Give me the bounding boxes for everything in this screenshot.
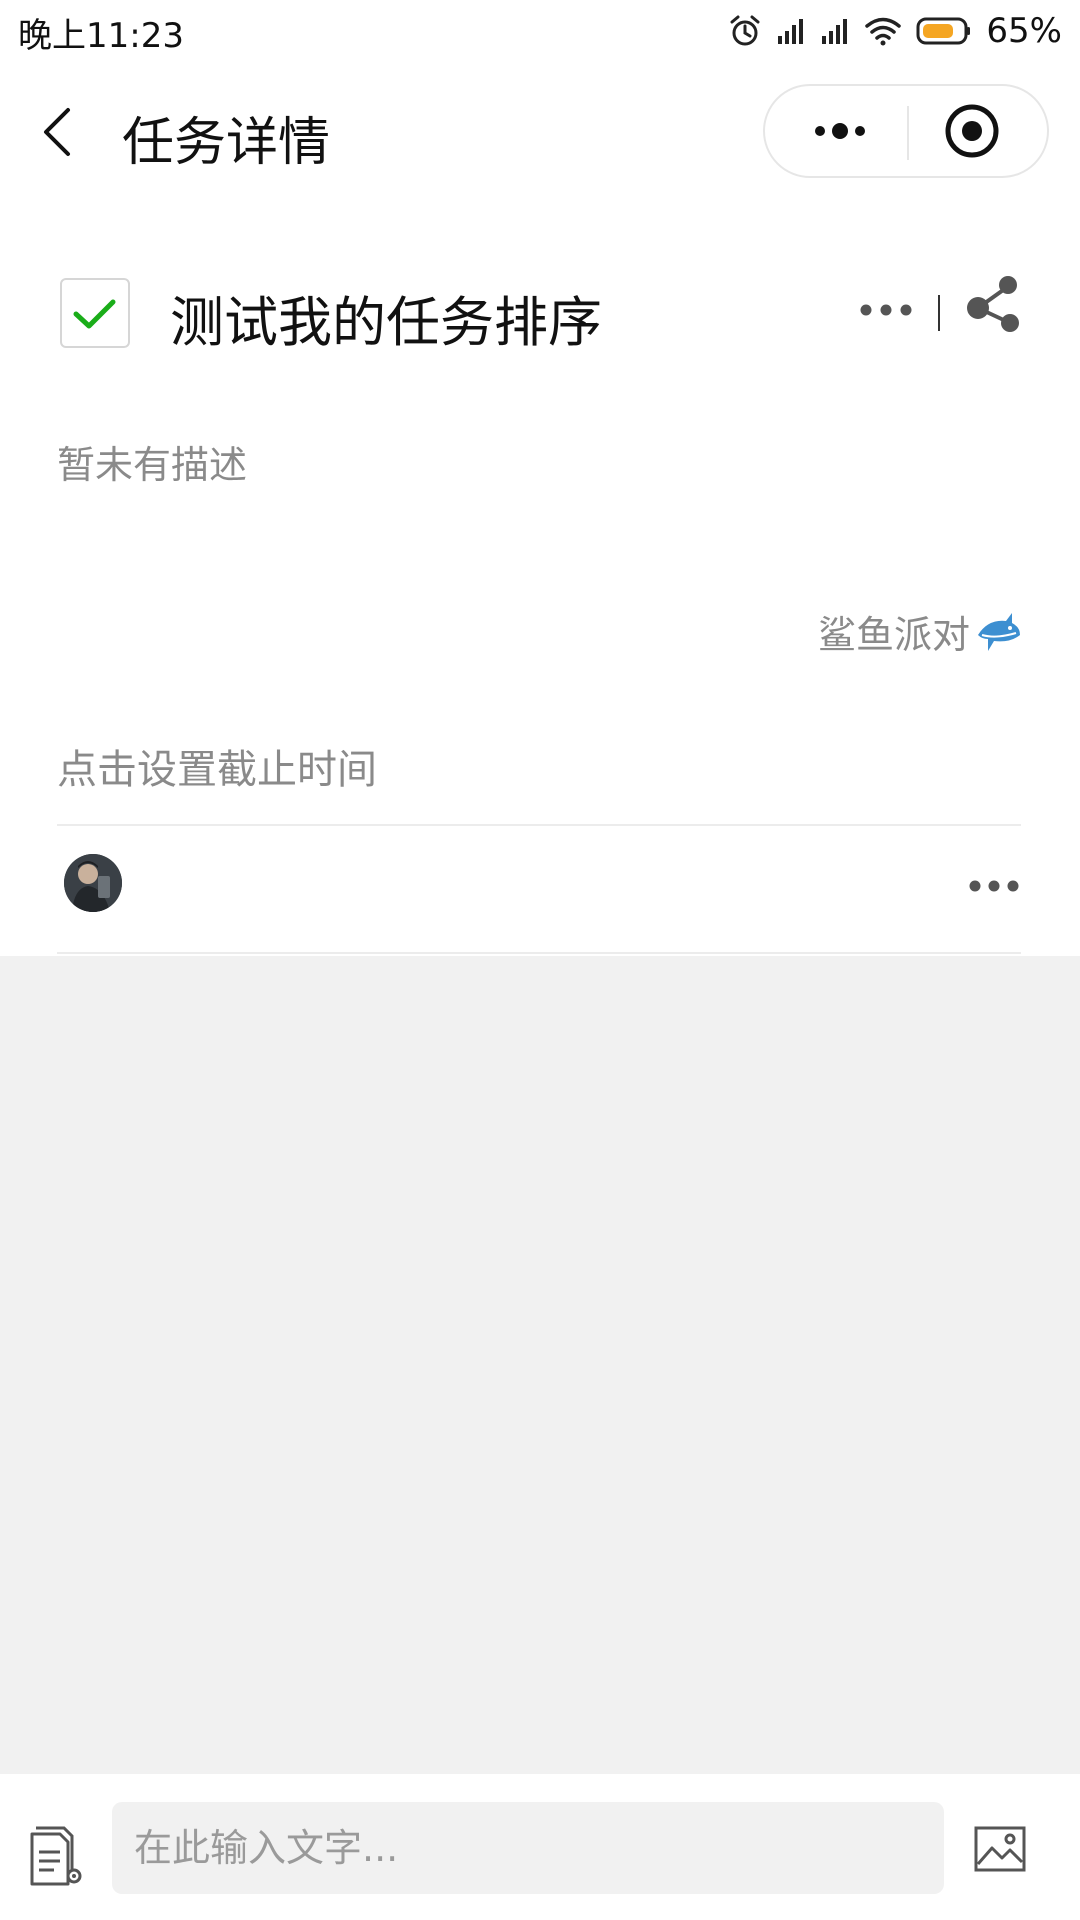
status-bar: 晚上11:23 65% <box>0 0 1080 62</box>
signal-icon <box>822 19 848 44</box>
page-title: 任务详情 <box>122 113 331 173</box>
avatar-image <box>64 854 122 912</box>
document-settings-icon[interactable] <box>28 1824 86 1888</box>
divider <box>57 952 1021 954</box>
check-icon <box>73 299 116 329</box>
nav-bar: 任务详情 <box>0 62 1080 202</box>
image-icon[interactable] <box>974 1826 1026 1872</box>
back-arrow-icon[interactable] <box>30 102 90 162</box>
status-icons: 65% <box>728 6 1062 56</box>
close-target-icon[interactable] <box>943 102 1001 160</box>
project-tag[interactable]: 鲨鱼派对 <box>818 604 1022 659</box>
message-input[interactable] <box>112 1802 944 1894</box>
battery-percent: 65% <box>986 11 1062 51</box>
avatar[interactable] <box>64 854 122 912</box>
more-dots-icon[interactable] <box>968 868 1020 904</box>
share-icon[interactable] <box>964 274 1024 334</box>
deadline-setter[interactable]: 点击设置截止时间 <box>57 737 377 795</box>
signal-icon <box>778 19 804 44</box>
status-time: 晚上11:23 <box>18 16 184 56</box>
capsule-divider <box>907 106 909 160</box>
wifi-icon <box>865 17 902 46</box>
alarm-icon <box>730 15 760 46</box>
comment-area <box>0 956 1080 1774</box>
more-dots-icon[interactable] <box>858 290 914 330</box>
project-name: 鲨鱼派对 <box>817 613 970 657</box>
more-dots-icon[interactable] <box>795 86 885 176</box>
task-description[interactable]: 暂未有描述 <box>57 434 247 489</box>
shark-icon <box>978 612 1020 651</box>
mini-program-capsule <box>763 84 1049 178</box>
member-row <box>0 826 1080 956</box>
battery-icon <box>916 17 971 45</box>
divider <box>938 295 940 331</box>
input-bar <box>0 1774 1080 1920</box>
task-title[interactable]: 测试我的任务排序 <box>170 278 602 357</box>
task-complete-checkbox[interactable] <box>60 278 130 348</box>
